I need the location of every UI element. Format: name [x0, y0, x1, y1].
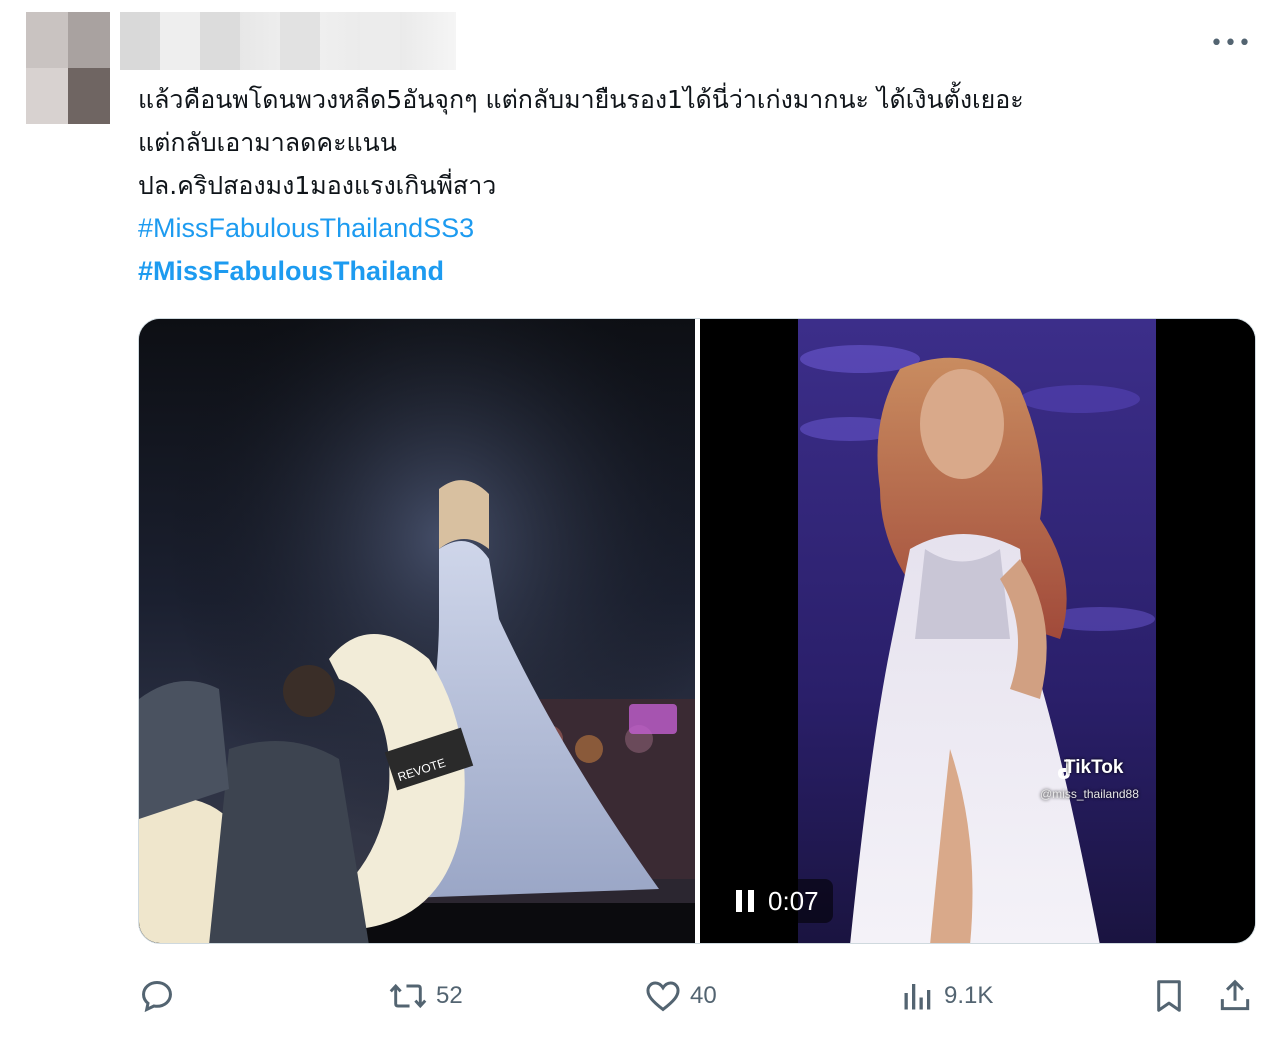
pause-icon[interactable] — [736, 890, 754, 912]
retweet-button[interactable]: 52 — [388, 970, 463, 1022]
stage-photo-illustration: REVOTE — [139, 319, 695, 943]
tiktok-watermark: TikTok — [1064, 757, 1124, 778]
video-controls[interactable]: 0:07 — [724, 879, 833, 923]
tiktok-username: @miss_thailand88 — [1040, 787, 1139, 801]
tweet-text-line: ปล.คริปสองมง1มองแรงเกินพี่สาว — [138, 171, 497, 200]
share-button[interactable] — [1216, 970, 1254, 1022]
reply-button[interactable] — [138, 970, 184, 1022]
retweet-count: 52 — [436, 982, 463, 1009]
tweet-text: แล้วคือนพโดนพวงหลีด5อันจุกๆ แต่กลับมายืน… — [138, 78, 1258, 293]
views-button[interactable]: 9.1K — [900, 970, 993, 1022]
reply-icon — [142, 981, 172, 1013]
retweet-icon — [389, 983, 427, 1009]
tweet-text-line: แล้วคือนพโดนพวงหลีด5อันจุกๆ แต่กลับมายืน… — [138, 85, 1024, 114]
hashtag-link[interactable]: #MissFabulousThailandSS3 — [138, 207, 1258, 250]
action-bar: 52 40 9.1K — [138, 970, 1258, 1022]
avatar[interactable] — [26, 12, 110, 124]
video-player[interactable]: TikTok @miss_thailand88 0:07 — [700, 319, 1255, 943]
like-count: 40 — [690, 982, 717, 1009]
photo-stage[interactable]: REVOTE — [139, 319, 695, 943]
bookmark-button[interactable] — [1150, 970, 1188, 1022]
author-name-blurred[interactable] — [120, 12, 456, 70]
like-button[interactable]: 40 — [644, 970, 717, 1022]
video-timestamp: 0:07 — [768, 885, 819, 916]
tweet-text-line: แต่กลับเอามาลดคะแนน — [138, 128, 397, 157]
hashtag-link[interactable]: #MissFabulousThailand — [138, 250, 1258, 293]
more-options-icon[interactable]: ••• — [1210, 33, 1251, 55]
tweet-card: ••• แล้วคือนพโดนพวงหลีด5อันจุกๆ แต่กลับม… — [0, 0, 1280, 1038]
video-frame-illustration — [700, 319, 1255, 943]
share-icon — [1220, 979, 1250, 1011]
heart-icon — [646, 981, 680, 1012]
views-chart-icon — [904, 984, 931, 1010]
bookmark-icon — [1157, 980, 1181, 1012]
media-grid: REVOTE TikTok @miss_thailand88 0:07 — [138, 318, 1256, 944]
views-count: 9.1K — [944, 982, 994, 1009]
